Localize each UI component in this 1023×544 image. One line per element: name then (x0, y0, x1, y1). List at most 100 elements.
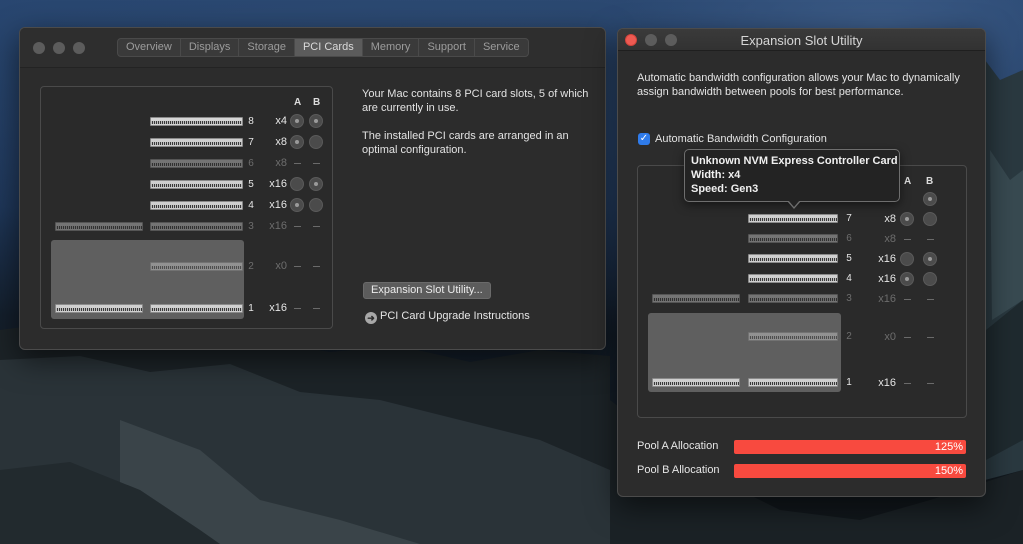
expansion-slot-utility-window: Expansion Slot Utility Automatic bandwid… (617, 28, 986, 497)
slot-width: x4 (275, 115, 287, 127)
pool-a-dash (294, 226, 301, 227)
pool-b-dash (927, 383, 934, 384)
tooltip-pointer-inner (788, 200, 800, 207)
close-button[interactable] (33, 42, 45, 54)
pci-card-slot-8[interactable] (150, 117, 243, 126)
slot-number: 4 (248, 200, 254, 211)
empty-slot-6 (150, 159, 243, 168)
slot-number: 3 (846, 293, 852, 304)
pool-a-header: A (904, 176, 912, 187)
configuration-text: The installed PCI cards are arranged in … (362, 130, 569, 156)
pci-card-slot-5[interactable] (150, 180, 243, 189)
pci-card-slot-4[interactable] (150, 201, 243, 210)
mpx-card-slot-1-left[interactable] (652, 378, 740, 387)
zoom-button[interactable] (73, 42, 85, 54)
mpx-card-slot-1-left[interactable] (55, 304, 143, 313)
pool-b-header: B (926, 176, 934, 187)
slot-number: 6 (846, 233, 852, 244)
tab-support[interactable]: Support (419, 39, 475, 56)
slot-number: 1 (248, 303, 254, 314)
tooltip-speed: Speed: Gen3 (691, 183, 759, 195)
pool-a-radio[interactable] (290, 114, 304, 128)
pool-a-label: Pool A Allocation (637, 440, 719, 452)
slot-width: x8 (884, 213, 896, 225)
pool-b-label: Pool B Allocation (637, 464, 720, 476)
pci-card-slot-1[interactable] (748, 378, 838, 387)
slot-width: x16 (269, 199, 287, 211)
pci-card-slot-5[interactable] (748, 254, 838, 263)
pool-a-dash (904, 239, 911, 240)
pool-a-header: A (294, 97, 302, 108)
pool-a-radio[interactable] (290, 177, 304, 191)
pci-card-slot-1[interactable] (150, 304, 243, 313)
pool-a-dash (294, 266, 301, 267)
pool-b-header: B (313, 97, 321, 108)
auto-bandwidth-checkbox[interactable]: ✓ (638, 133, 650, 145)
tab-pci-cards[interactable]: PCI Cards (294, 39, 363, 56)
slot-width: x8 (275, 136, 287, 148)
pool-b-radio[interactable] (309, 135, 323, 149)
pool-a-radio[interactable] (900, 272, 914, 286)
pool-b-radio[interactable] (923, 212, 937, 226)
pci-card-tooltip: Unknown NVM Express Controller Card Widt… (684, 149, 900, 202)
pci-slot-diagram: A B 8 x4 7 x8 6 x8 5 x16 4 x16 3 x16 2 x… (40, 86, 333, 329)
pool-b-radio[interactable] (923, 272, 937, 286)
system-information-window: Overview Displays Storage PCI Cards Memo… (19, 27, 606, 350)
pool-b-radio[interactable] (923, 252, 937, 266)
arrow-right-circle-icon: ➜ (365, 312, 377, 324)
pool-b-radio[interactable] (309, 114, 323, 128)
tab-overview[interactable]: Overview (118, 39, 181, 56)
pool-b-dash (313, 266, 320, 267)
empty-slot-6 (748, 234, 838, 243)
auto-bandwidth-label[interactable]: Automatic Bandwidth Configuration (655, 132, 827, 146)
upgrade-link-label: PCI Card Upgrade Instructions (380, 310, 530, 322)
slot-number: 7 (248, 137, 254, 148)
tab-memory[interactable]: Memory (363, 39, 420, 56)
slot-number: 4 (846, 273, 852, 284)
empty-slot-2 (150, 262, 243, 271)
slot-number: 5 (248, 179, 254, 190)
tab-displays[interactable]: Displays (181, 39, 240, 56)
pool-a-fill (734, 440, 966, 454)
pci-card-slot-7[interactable] (150, 138, 243, 147)
pool-b-radio[interactable] (309, 198, 323, 212)
window-title: Expansion Slot Utility (740, 33, 863, 48)
minimize-button[interactable] (53, 42, 65, 54)
tab-storage[interactable]: Storage (239, 39, 295, 56)
pool-a-radio[interactable] (290, 135, 304, 149)
pci-upgrade-instructions-link[interactable]: ➜ PCI Card Upgrade Instructions (365, 310, 530, 324)
pool-b-value: 150% (934, 465, 963, 477)
slot-number: 8 (248, 116, 254, 127)
pool-a-radio[interactable] (900, 252, 914, 266)
slot-width: x16 (878, 293, 896, 305)
tooltip-width: Width: x4 (691, 169, 741, 181)
pool-b-allocation-bar: 150% (734, 464, 966, 478)
pool-a-dash (904, 299, 911, 300)
slot-number: 2 (248, 261, 254, 272)
tooltip-card-name: Unknown NVM Express Controller Card (691, 155, 898, 167)
pool-a-dash (294, 308, 301, 309)
pci-card-slot-7[interactable] (748, 214, 838, 223)
slot-number: 6 (248, 158, 254, 169)
slot-width: x16 (269, 220, 287, 232)
empty-slot-3 (150, 222, 243, 231)
pool-b-dash (313, 308, 320, 309)
pci-card-slot-4[interactable] (748, 274, 838, 283)
pool-a-allocation-bar: 125% (734, 440, 966, 454)
slot-width: x8 (275, 157, 287, 169)
pool-b-radio[interactable] (923, 192, 937, 206)
pool-a-dash (294, 163, 301, 164)
pool-a-radio[interactable] (900, 212, 914, 226)
pool-b-radio[interactable] (309, 177, 323, 191)
slot-width: x16 (269, 178, 287, 190)
tab-service[interactable]: Service (475, 39, 528, 56)
pool-a-radio[interactable] (290, 198, 304, 212)
slot-allocation-diagram: A B 7 x8 6 x8 5 x16 4 x16 3 x16 2 x0 1 x… (637, 165, 967, 418)
slot-width: x0 (884, 331, 896, 343)
slot-width: x16 (269, 302, 287, 314)
pool-a-value: 125% (934, 441, 963, 453)
expansion-slot-utility-button[interactable]: Expansion Slot Utility... (363, 282, 491, 299)
tab-bar: Overview Displays Storage PCI Cards Memo… (117, 38, 529, 57)
bandwidth-description: Automatic bandwidth configuration allows… (637, 72, 960, 98)
slot-number: 5 (846, 253, 852, 264)
